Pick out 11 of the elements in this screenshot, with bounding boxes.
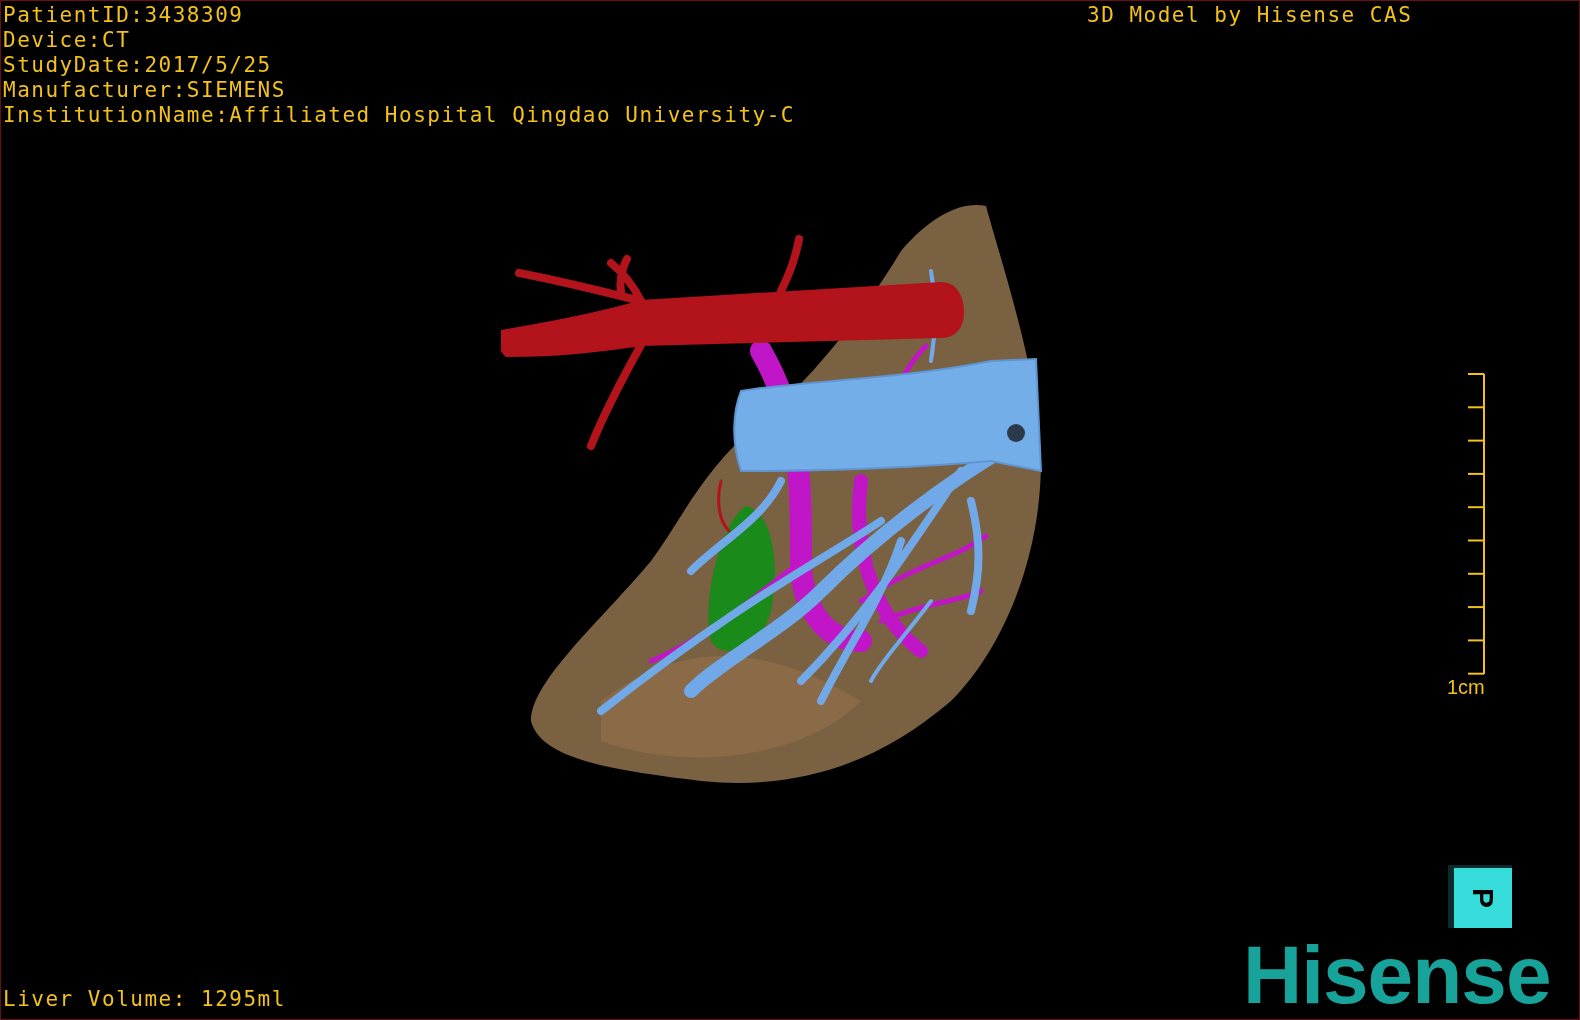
scale-label: 1cm: [1447, 677, 1485, 697]
liver-volume-text: Liver Volume: 1295ml: [3, 987, 286, 1012]
study-info-text: StudyDate:2017/5/25: [3, 53, 273, 78]
study-info-text: PatientID:3438309: [3, 3, 245, 28]
scale-bar-icon: [1466, 373, 1485, 675]
study-info-text: Device:CT: [3, 28, 132, 53]
orientation-cube[interactable]: P: [1448, 865, 1512, 928]
study-info-text: InstitutionName:Affiliated Hospital Qingdao University-C: [3, 103, 795, 128]
study-info-text: Manufacturer:SIEMENS: [3, 78, 287, 103]
model-caption: 3D Model by Hisense CAS: [1087, 3, 1413, 28]
hisense-logo: Hisense: [1243, 933, 1551, 1017]
